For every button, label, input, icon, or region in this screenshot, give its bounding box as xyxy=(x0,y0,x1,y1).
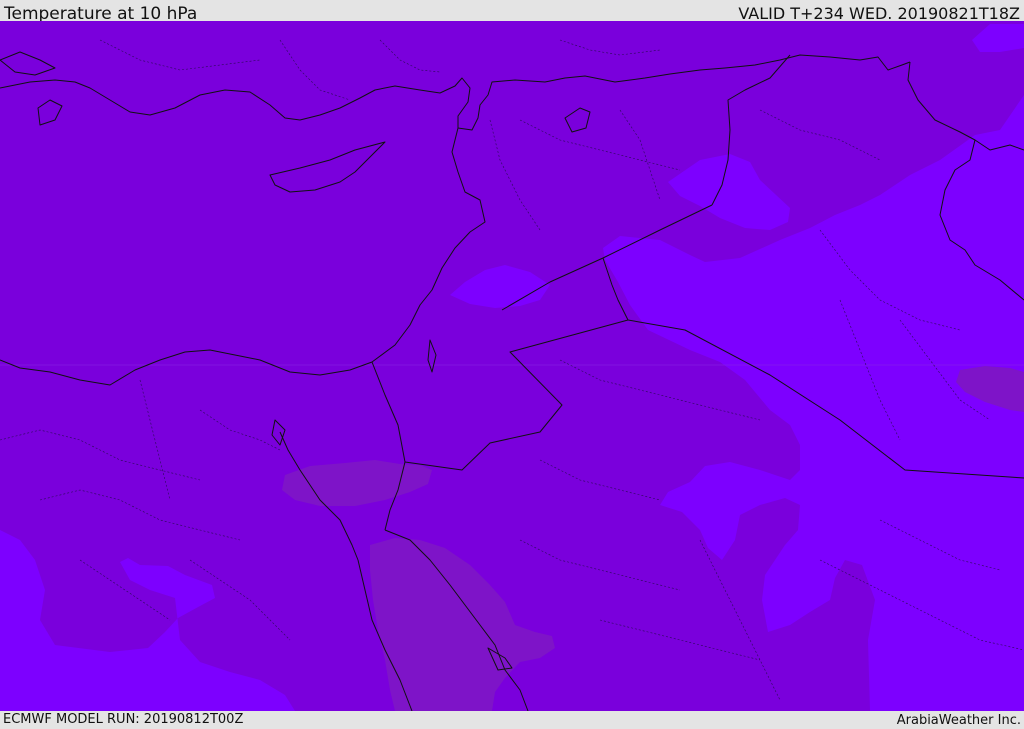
credit: ArabiaWeather Inc. xyxy=(896,713,1021,728)
header-bar: Temperature at 10 hPa VALID T+234 WED. 2… xyxy=(0,0,1024,24)
footer-bar: ECMWF MODEL RUN: 20190812T00Z ArabiaWeat… xyxy=(0,711,1024,729)
light-spot xyxy=(797,338,823,356)
model-run: ECMWF MODEL RUN: 20190812T00Z xyxy=(3,712,244,727)
temperature-map[interactable] xyxy=(0,21,1024,711)
